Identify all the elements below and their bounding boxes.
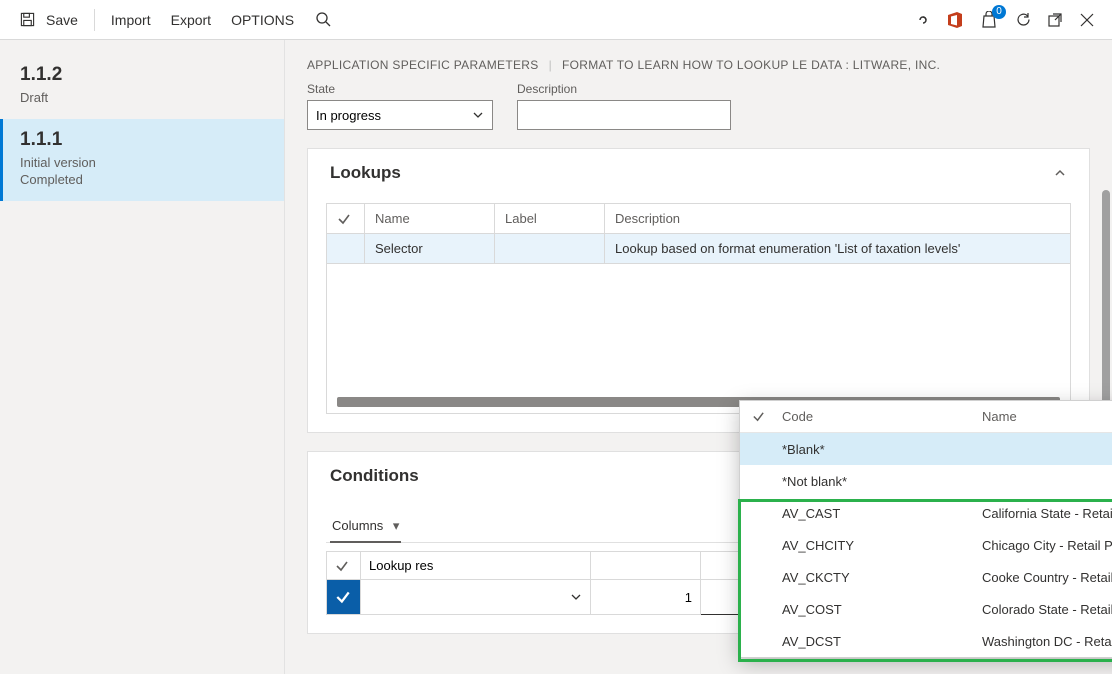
state-label: State [307, 82, 493, 96]
search-icon [314, 10, 332, 28]
import-button[interactable]: Import [101, 6, 161, 34]
breadcrumb-a: APPLICATION SPECIFIC PARAMETERS [307, 58, 539, 72]
description-input[interactable] [517, 100, 731, 130]
state-value: In progress [316, 108, 381, 123]
version-number: 1.1.2 [20, 64, 264, 86]
save-icon [18, 11, 36, 29]
toolbar: Save Import Export OPTIONS 0 [0, 0, 1112, 40]
version-status: Draft [20, 90, 264, 107]
sidebar-item-112[interactable]: 1.1.2 Draft [0, 54, 284, 119]
refresh-button[interactable] [1014, 11, 1032, 29]
office-icon[interactable] [946, 11, 964, 29]
check-icon [337, 212, 351, 226]
cell-name: Selector [365, 234, 495, 264]
collapse-lookups[interactable] [1053, 166, 1067, 180]
breadcrumb-separator: | [549, 58, 552, 72]
col-line[interactable] [591, 552, 701, 580]
col-description[interactable]: Description [605, 204, 1071, 234]
col-lookup-result[interactable]: Lookup res [361, 552, 591, 580]
popup-header: Code Name [740, 401, 1112, 433]
check-column[interactable] [327, 204, 365, 234]
tab-columns[interactable]: Columns ▾ [330, 510, 401, 542]
popup-row-notblank[interactable]: *Not blank* [740, 465, 1112, 497]
code-lookup-popup: Code Name *Blank* *Not blank* AV_CAST Ca… [739, 400, 1112, 658]
popout-button[interactable] [1046, 11, 1064, 29]
lookups-empty-area [326, 264, 1071, 414]
popup-row[interactable]: AV_CAST California State - Retail Prod [740, 497, 1112, 529]
main-content: APPLICATION SPECIFIC PARAMETERS | FORMAT… [285, 40, 1112, 674]
col-name[interactable]: Name [365, 204, 495, 234]
lookups-title: Lookups [330, 163, 401, 183]
search-button[interactable] [304, 4, 342, 36]
breadcrumb-b: FORMAT TO LEARN HOW TO LOOKUP LE DATA : … [562, 58, 940, 72]
popup-row[interactable]: AV_DCST Washington DC - Retail Prod [740, 625, 1112, 657]
popup-col-code[interactable]: Code [776, 409, 976, 424]
chevron-down-icon [570, 591, 582, 603]
sidebar-item-111[interactable]: 1.1.1 Initial version Completed [0, 119, 284, 201]
close-button[interactable] [1078, 11, 1096, 29]
description-label: Description [517, 82, 731, 96]
cell-lookup-result[interactable] [361, 580, 591, 615]
popup-row[interactable]: AV_COST Colorado State - Retail Prod [740, 593, 1112, 625]
notification-badge: 0 [992, 5, 1006, 19]
export-button[interactable]: Export [161, 6, 221, 34]
popup-col-name[interactable]: Name [976, 409, 1112, 424]
popup-row-blank[interactable]: *Blank* [740, 433, 1112, 465]
save-button[interactable]: Save [8, 5, 88, 35]
options-button[interactable]: OPTIONS [221, 6, 304, 34]
version-sidebar: 1.1.2 Draft 1.1.1 Initial version Comple… [0, 40, 285, 674]
col-label[interactable]: Label [495, 204, 605, 234]
link-icon[interactable] [914, 11, 932, 29]
lookups-header-row: Name Label Description [327, 204, 1071, 234]
conditions-title: Conditions [330, 466, 419, 486]
popup-row[interactable]: AV_CKCTY Cooke Country - Retail Prod [740, 561, 1112, 593]
check-icon [752, 410, 765, 423]
state-select[interactable]: In progress [307, 100, 493, 130]
version-status: Completed [20, 172, 83, 187]
popup-row[interactable]: AV_CHCITY Chicago City - Retail Prod [740, 529, 1112, 561]
cell-line[interactable]: 1 [591, 580, 701, 615]
lookups-table: Name Label Description Selector Lookup b… [326, 203, 1071, 264]
description-field[interactable] [526, 104, 722, 126]
breadcrumb: APPLICATION SPECIFIC PARAMETERS | FORMAT… [307, 58, 1090, 72]
lookups-row[interactable]: Selector Lookup based on format enumerat… [327, 234, 1071, 264]
notifications-button[interactable]: 0 [978, 9, 1000, 31]
check-column[interactable] [327, 552, 361, 580]
row-selected-indicator[interactable] [327, 580, 361, 615]
save-label: Save [46, 12, 78, 28]
cell-desc: Lookup based on format enumeration 'List… [605, 234, 1071, 264]
lookups-panel: Lookups Name Label Description [307, 148, 1090, 433]
version-number: 1.1.1 [20, 129, 264, 151]
chevron-down-icon [472, 109, 484, 121]
version-desc: Initial version [20, 155, 96, 170]
separator [94, 9, 95, 31]
cell-label [495, 234, 605, 264]
